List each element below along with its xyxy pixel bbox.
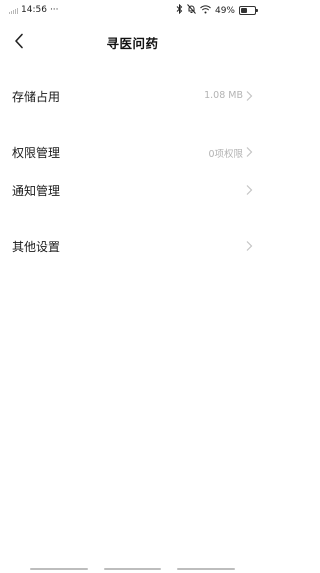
row-value: 0项权限 <box>208 149 243 160</box>
chevron-right-icon <box>246 147 253 157</box>
row-label: 通知管理 <box>12 184 61 198</box>
battery-text: 49% <box>214 5 235 16</box>
gesture-indicator-left <box>30 568 88 570</box>
chevron-right-icon <box>246 185 253 195</box>
battery-icon <box>239 6 258 15</box>
bell-off-icon <box>187 4 196 17</box>
signal-icon <box>9 7 18 14</box>
settings-row-storage[interactable]: 存储占用 1.08 MB <box>0 78 265 114</box>
wifi-icon <box>200 4 211 17</box>
row-label: 权限管理 <box>12 146 61 160</box>
bluetooth-icon <box>176 3 183 17</box>
gesture-indicator-center <box>104 568 161 570</box>
page-title: 寻医问药 <box>106 36 159 51</box>
status-time: 14:56 <box>21 5 47 15</box>
row-label: 存储占用 <box>12 90 61 104</box>
gesture-indicator-right <box>177 568 235 570</box>
settings-row-permissions[interactable]: 权限管理 0项权限 <box>0 134 265 170</box>
nav-bar: 寻医问药 <box>0 24 265 60</box>
chevron-right-icon <box>246 241 253 251</box>
row-value: 1.08 MB <box>204 90 243 101</box>
row-label: 其他设置 <box>12 240 61 254</box>
status-left: 14:56 ··· <box>9 5 59 15</box>
settings-row-other[interactable]: 其他设置 <box>0 228 265 264</box>
battery-fill <box>241 8 248 13</box>
status-bar: 14:56 ··· 49% <box>0 0 265 22</box>
chevron-right-icon <box>246 91 253 101</box>
status-more: ··· <box>49 5 59 15</box>
settings-row-notifications[interactable]: 通知管理 <box>0 172 265 208</box>
status-right: 49% <box>176 3 258 17</box>
